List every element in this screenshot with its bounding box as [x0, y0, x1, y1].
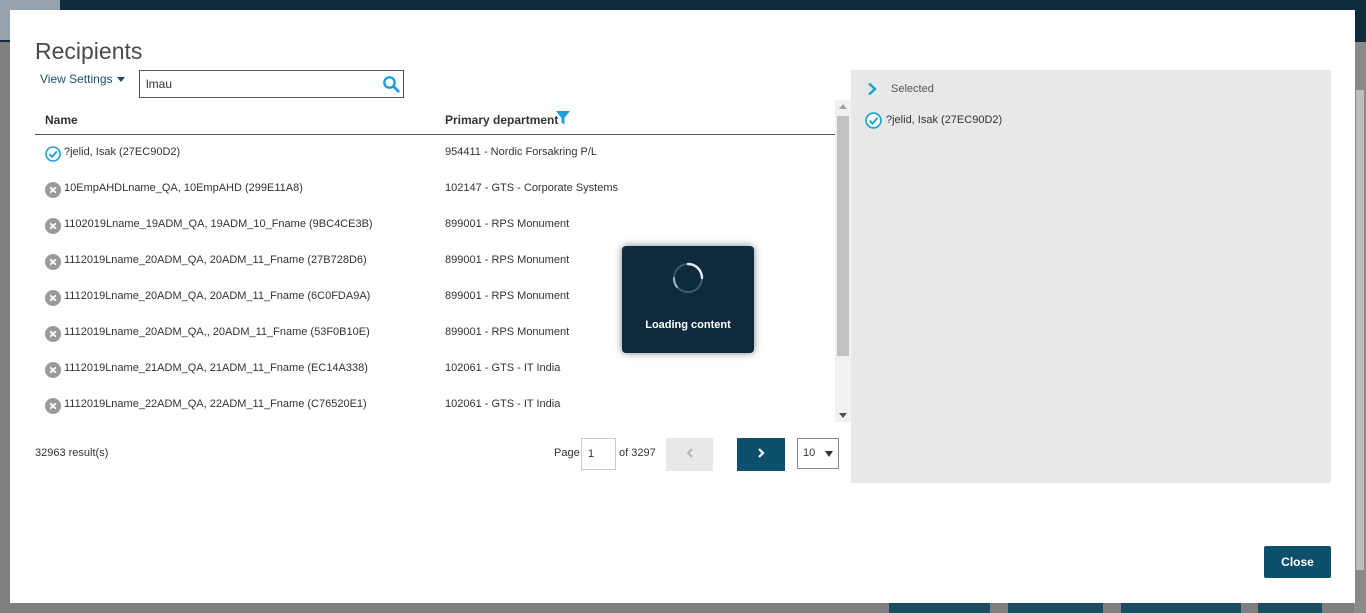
page-size-value: 10	[803, 447, 816, 459]
row-name: 1112019Lname_21ADM_QA, 21ADM_11_Fname (E…	[64, 362, 368, 374]
chevron-right-icon	[758, 448, 765, 458]
search-field[interactable]	[139, 70, 404, 98]
row-name: ?jelid, Isak (27EC90D2)	[64, 146, 181, 158]
table-row[interactable]: 1102019Lname_19ADM_QA, 19ADM_10_Fname (9…	[35, 207, 835, 243]
remove-circle-icon[interactable]	[45, 254, 61, 270]
row-name: 1102019Lname_19ADM_QA, 19ADM_10_Fname (9…	[64, 218, 373, 230]
check-circle-icon[interactable]	[865, 112, 882, 129]
loading-text: Loading content	[645, 319, 731, 331]
chevron-right-icon[interactable]	[865, 82, 879, 96]
row-name: 1112019Lname_20ADM_QA,, 20ADM_11_Fname (…	[64, 326, 370, 338]
row-department: 899001 - RPS Monument	[445, 326, 570, 338]
filter-icon[interactable]	[555, 110, 571, 126]
table-row[interactable]: 10EmpAHDLname_QA, 10EmpAHD (299E11A8) 10…	[35, 171, 835, 207]
row-department: 102061 - GTS - IT India	[445, 398, 561, 410]
row-department: 899001 - RPS Monument	[445, 218, 570, 230]
row-department: 102061 - GTS - IT India	[445, 362, 561, 374]
caret-down-icon	[116, 77, 125, 83]
result-count: 32963 result(s)	[35, 447, 109, 459]
recipients-dialog: Recipients View Settings Name Primary de…	[10, 10, 1355, 603]
search-icon[interactable]	[382, 75, 400, 93]
close-button[interactable]: Close	[1264, 546, 1331, 578]
selected-panel: Selected ?jelid, Isak (27EC90D2)	[851, 70, 1331, 483]
app-scrollbar[interactable]	[1356, 90, 1364, 570]
page-size-select[interactable]: 10	[797, 438, 839, 469]
table-row[interactable]: ?jelid, Isak (27EC90D2) 954411 - Nordic …	[35, 135, 835, 171]
column-header-department[interactable]: Primary department	[445, 113, 558, 127]
selected-item-label: ?jelid, Isak (27EC90D2)	[886, 114, 1003, 126]
row-department: 102147 - GTS - Corporate Systems	[445, 182, 619, 194]
scrollbar-thumb[interactable]	[837, 116, 849, 356]
remove-circle-icon[interactable]	[45, 398, 61, 414]
remove-circle-icon[interactable]	[45, 182, 61, 198]
row-department: 954411 - Nordic Forsakring P/L	[445, 146, 598, 158]
table-row[interactable]: 1112019Lname_22ADM_QA, 22ADM_11_Fname (C…	[35, 387, 835, 423]
loading-overlay: Loading content	[622, 246, 754, 353]
remove-circle-icon[interactable]	[45, 290, 61, 306]
page-label: Page	[554, 447, 580, 459]
check-circle-icon[interactable]	[45, 146, 61, 162]
view-settings-label: View Settings	[40, 72, 113, 86]
row-name: 1112019Lname_20ADM_QA, 20ADM_11_Fname (6…	[64, 290, 371, 302]
table-row[interactable]: 1112019Lname_21ADM_QA, 21ADM_11_Fname (E…	[35, 351, 835, 387]
total-pages-label: of 3297	[619, 447, 656, 459]
spinner-icon	[673, 262, 704, 293]
row-department: 899001 - RPS Monument	[445, 290, 570, 302]
app-background-button-3	[1121, 602, 1241, 613]
column-header-name[interactable]: Name	[45, 113, 78, 127]
page-number-input[interactable]	[581, 438, 616, 470]
app-background-button-4	[1258, 602, 1322, 613]
remove-circle-icon[interactable]	[45, 362, 61, 378]
app-background-button-1	[889, 602, 990, 613]
row-name: 1112019Lname_22ADM_QA, 22ADM_11_Fname (C…	[64, 398, 367, 410]
row-name: 1112019Lname_20ADM_QA, 20ADM_11_Fname (2…	[64, 254, 367, 266]
selected-panel-title: Selected	[891, 83, 934, 95]
scroll-up-arrow-icon[interactable]	[839, 104, 847, 109]
row-name: 10EmpAHDLname_QA, 10EmpAHD (299E11A8)	[64, 182, 303, 194]
app-background-button-2	[1008, 602, 1103, 613]
scroll-down-arrow-icon[interactable]	[839, 413, 847, 418]
chevron-left-icon	[686, 448, 693, 458]
previous-page-button[interactable]	[666, 438, 713, 471]
row-department: 899001 - RPS Monument	[445, 254, 570, 266]
table-header: Name Primary department	[35, 105, 835, 135]
remove-circle-icon[interactable]	[45, 218, 61, 234]
dialog-title: Recipients	[35, 38, 143, 64]
search-input[interactable]	[140, 71, 370, 97]
remove-circle-icon[interactable]	[45, 326, 61, 342]
caret-down-icon	[825, 451, 833, 457]
view-settings-dropdown[interactable]: View Settings	[40, 72, 125, 86]
table-scrollbar[interactable]	[835, 100, 851, 422]
next-page-button[interactable]	[737, 438, 785, 471]
